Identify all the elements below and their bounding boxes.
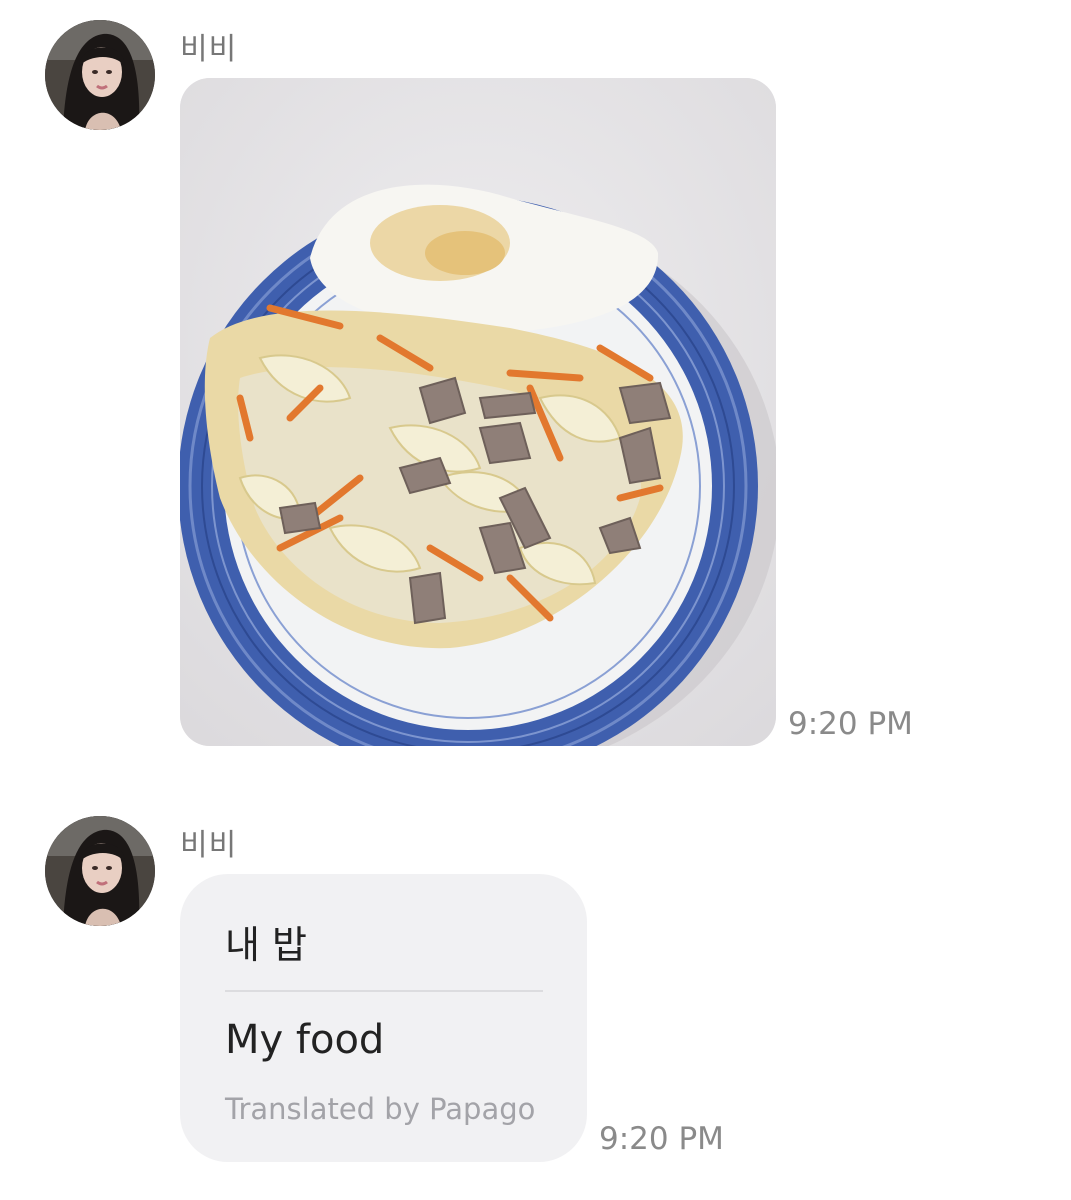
translation-divider — [225, 990, 543, 992]
photo-message[interactable] — [180, 78, 776, 746]
sender-name: 비비 — [180, 32, 238, 67]
avatar[interactable] — [45, 20, 155, 130]
original-message-text: 내 밥 — [225, 923, 307, 967]
avatar-image — [45, 20, 155, 130]
translation-credit: Translated by Papago — [225, 1092, 536, 1126]
sender-name: 비비 — [180, 828, 238, 863]
translated-message-text: My food — [225, 1017, 385, 1063]
avatar-image — [45, 816, 155, 926]
avatar[interactable] — [45, 816, 155, 926]
message-timestamp: 9:20 PM — [788, 706, 913, 742]
food-photo — [180, 78, 776, 746]
text-message-bubble[interactable]: 내 밥 My food Translated by Papago — [180, 874, 587, 1162]
message-timestamp: 9:20 PM — [599, 1121, 724, 1157]
